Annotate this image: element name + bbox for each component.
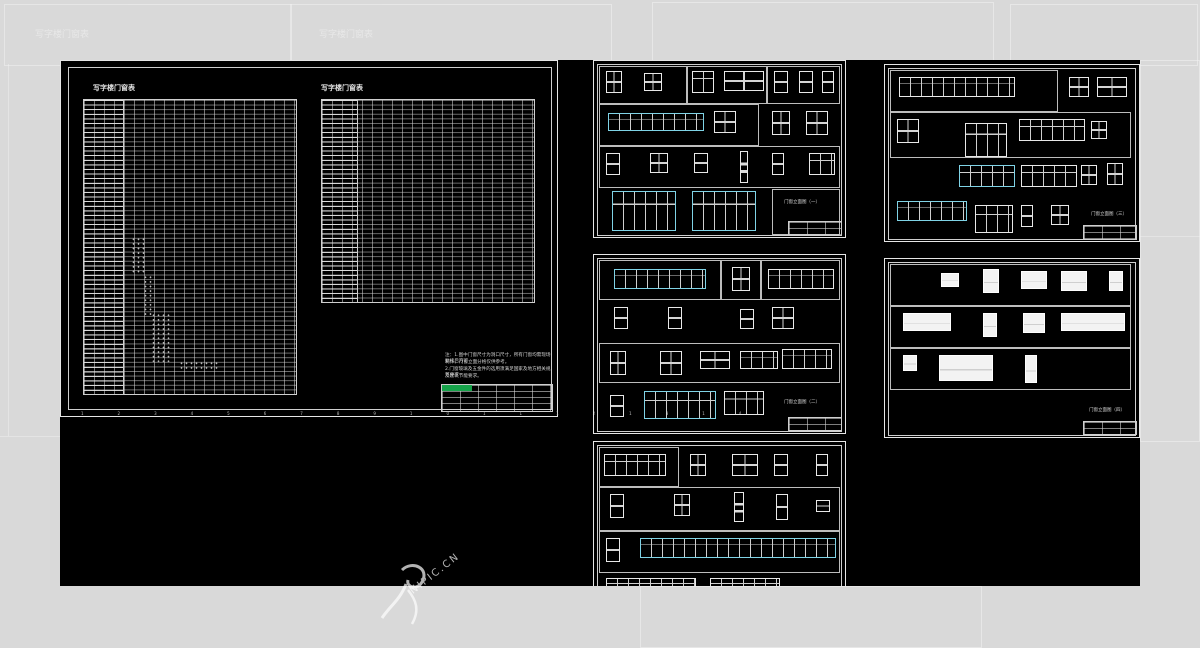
- sheet-5-title-block: [1083, 421, 1137, 435]
- table-left-marks-3: [151, 313, 171, 365]
- ghost-drawing-right-top: [652, 2, 994, 62]
- title-block-logo: [442, 385, 472, 391]
- note-line-2: 制作，门窗立面分格仅供参考。: [445, 360, 510, 365]
- ghost-drawing-bottom: [640, 586, 982, 648]
- elevation-sheet-2[interactable]: 门窗立面图（二）: [593, 254, 846, 434]
- ghost-drawing-right-side: [1140, 60, 1200, 442]
- cad-canvas[interactable]: 写字楼门窗表 写字楼门窗表 注：1.图中门窗尺寸为洞口尺寸，所有门窗均需现场复核…: [60, 60, 1140, 586]
- window-elevation: [606, 71, 622, 93]
- elevation-sheet-4[interactable]: 门窗立面图（三）: [884, 64, 1140, 242]
- table-left-marks: [131, 237, 145, 273]
- ghost-drawing-left: 写字楼门窗表: [4, 4, 292, 66]
- sheet-2-caption: 门窗立面图（二）: [784, 400, 820, 405]
- note-line-4: 及建筑节能要求。: [445, 374, 482, 379]
- schedule-title-right: 写字楼门窗表: [321, 83, 363, 92]
- schedule-title-left: 写字楼门窗表: [93, 83, 135, 92]
- ghost-drawing-mid: 写字楼门窗表: [290, 4, 612, 66]
- elevation-sheet-1[interactable]: 门窗立面图（一）: [593, 60, 846, 238]
- ghost-drawing-far-right: [1010, 4, 1198, 66]
- table-left-marks-4: [179, 361, 219, 371]
- schedule-sheet[interactable]: 写字楼门窗表 写字楼门窗表 注：1.图中门窗尺寸为洞口尺寸，所有门窗均需现场复核…: [60, 60, 776, 417]
- sheet-5-caption: 门窗立面图（四）: [1089, 408, 1125, 413]
- ghost-title-left: 写字楼门窗表: [35, 30, 90, 40]
- sheet-4-title-block: [1083, 225, 1137, 240]
- door-window-table-left-codes: [84, 100, 124, 394]
- sheet-2-title-block: [788, 417, 842, 431]
- elevation-sheet-5[interactable]: 门窗立面图（四）: [884, 258, 1140, 438]
- ghost-title-mid: 写字楼门窗表: [319, 30, 374, 40]
- sheet-4-caption: 门窗立面图（三）: [1091, 212, 1127, 217]
- table-left-marks-2: [143, 275, 155, 315]
- door-window-table-right-codes: [322, 100, 358, 302]
- elevation-sheet-3[interactable]: [593, 441, 846, 586]
- ruler-bottom: 1234567891011121314: [81, 411, 776, 416]
- sheet-1-title-block: [788, 221, 842, 236]
- sheet-1-caption: 门窗立面图（一）: [784, 200, 820, 205]
